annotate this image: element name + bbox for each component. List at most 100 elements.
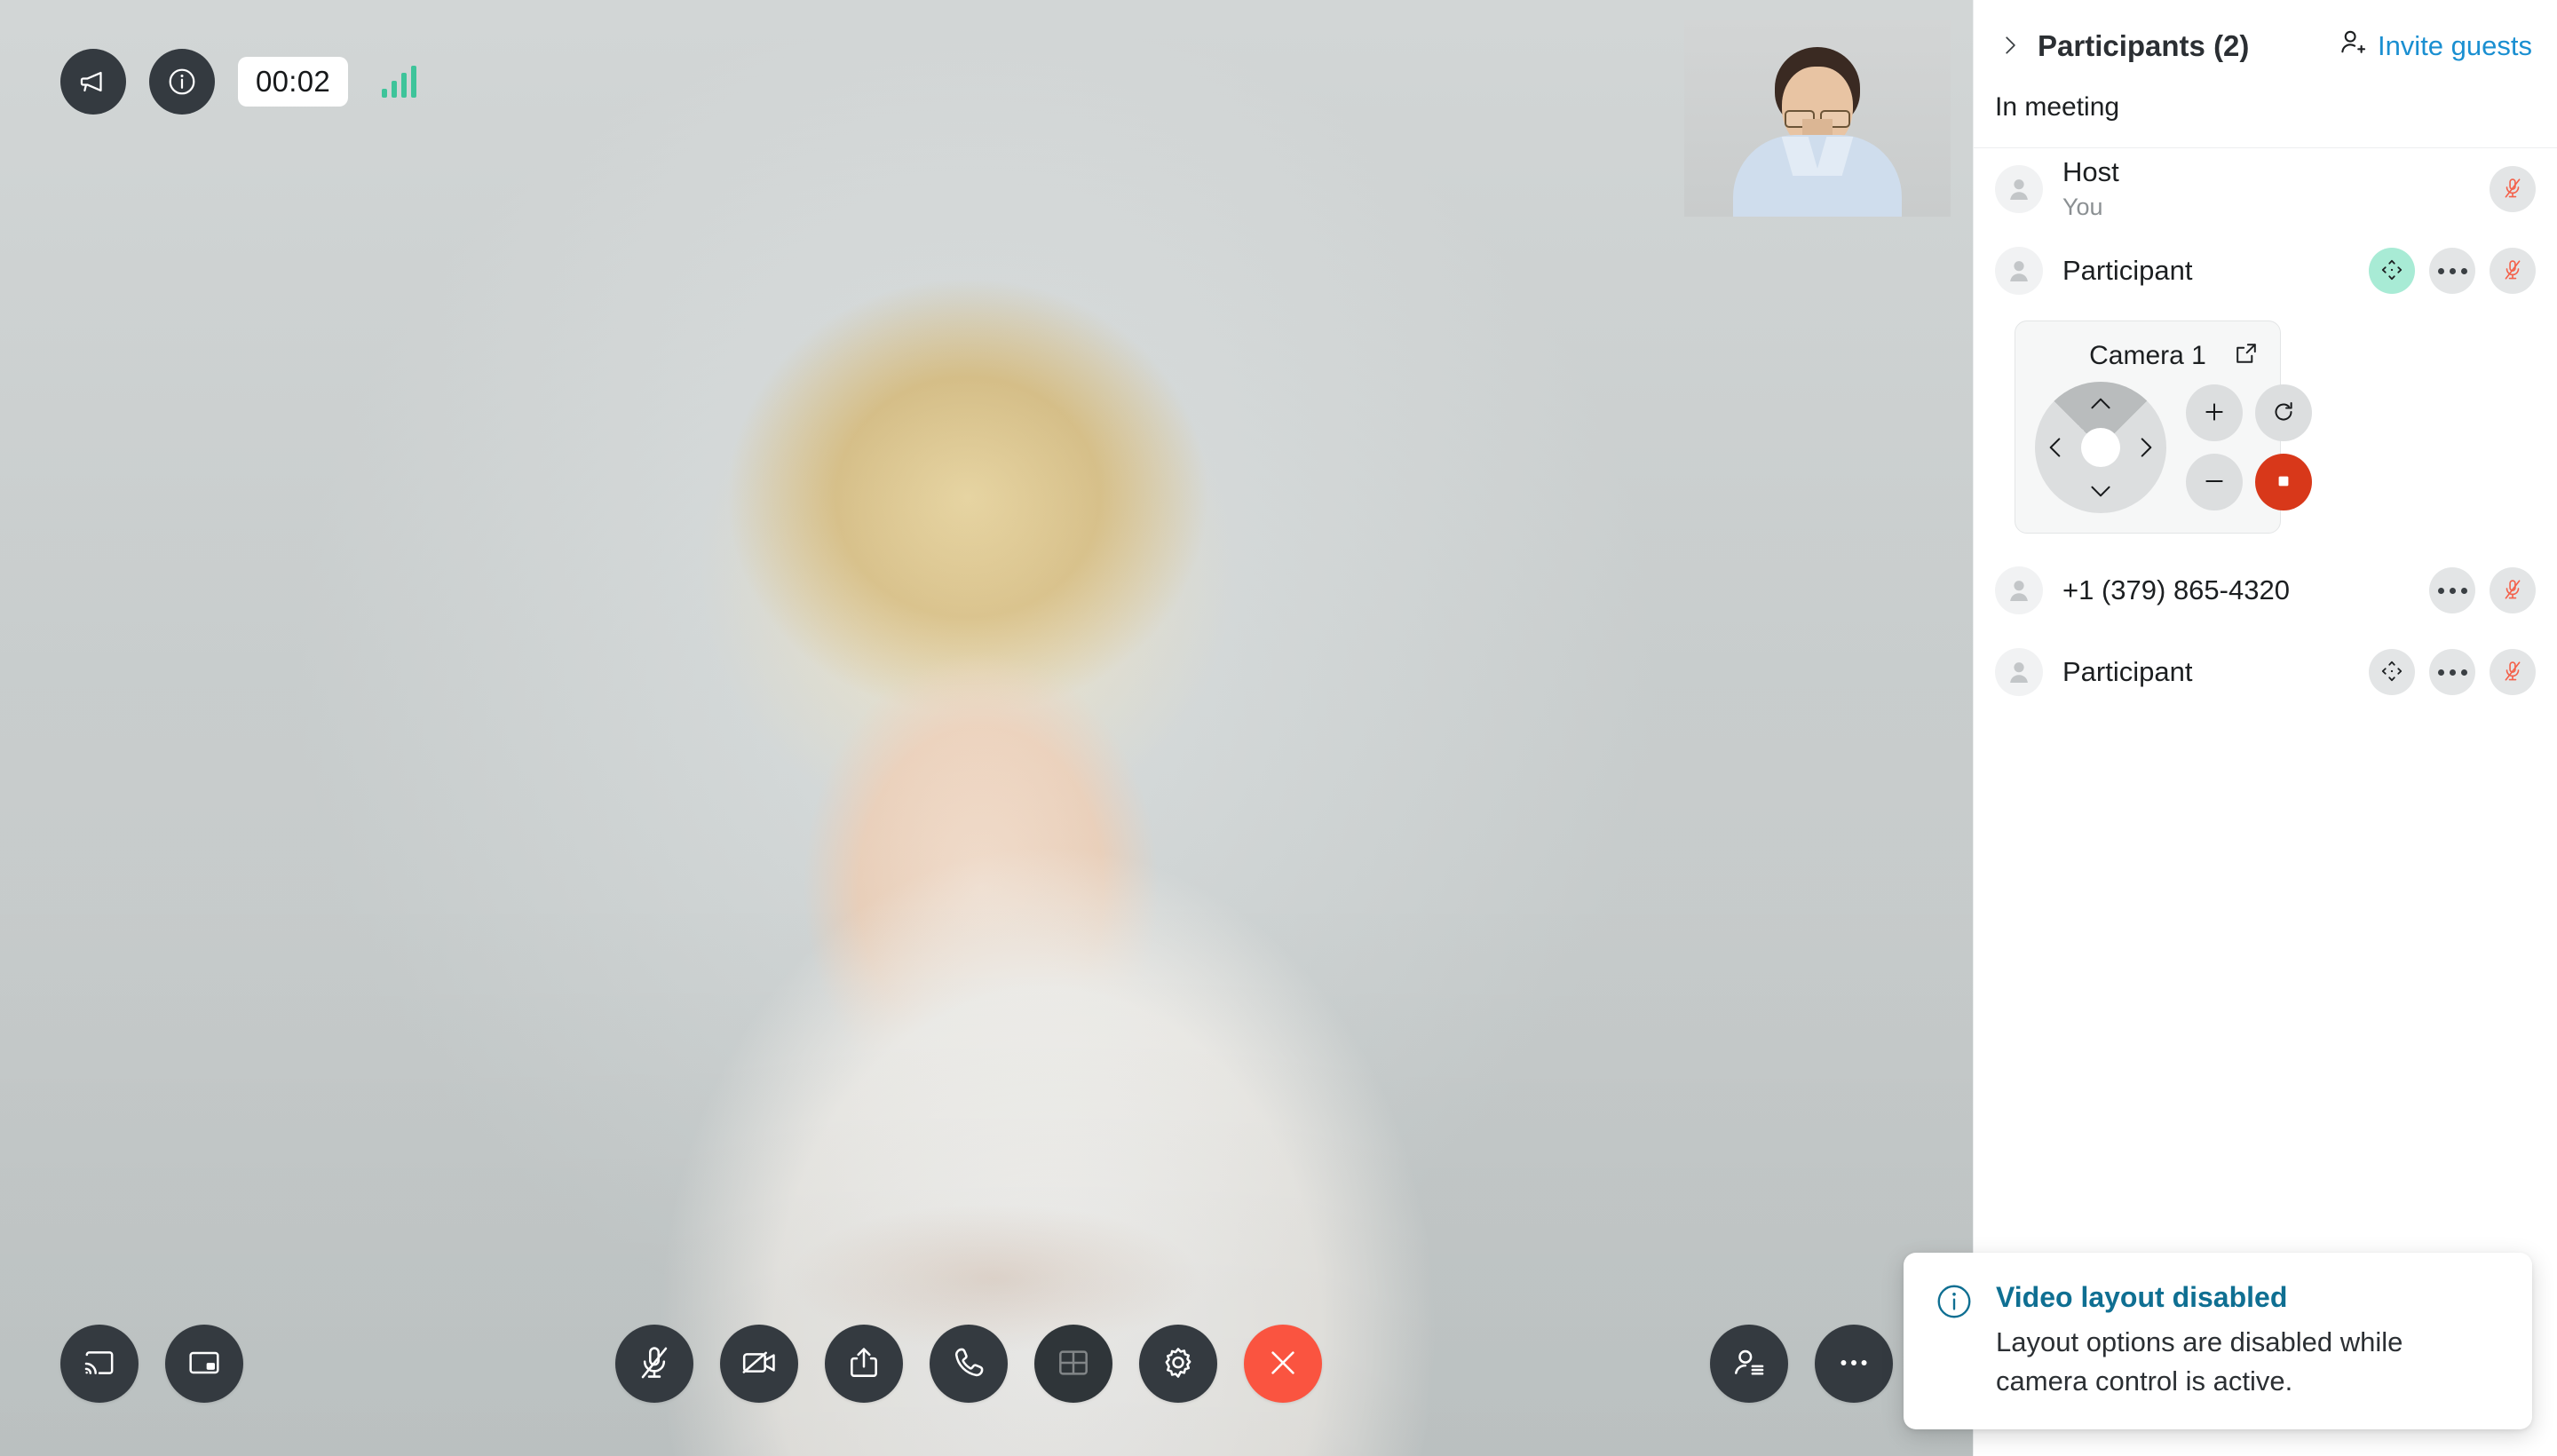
chevron-left-icon xyxy=(2047,436,2062,459)
more-options-button[interactable] xyxy=(1815,1325,1893,1403)
close-icon xyxy=(1264,1344,1302,1384)
camera-control-header: Camera 1 xyxy=(2035,336,2260,376)
share-button[interactable] xyxy=(825,1325,903,1403)
toolbar-right xyxy=(1710,1325,1893,1403)
participant-more-button[interactable] xyxy=(2429,649,2475,695)
participant-names: Participant xyxy=(2062,655,2192,689)
camera-button[interactable] xyxy=(720,1325,798,1403)
participant-name: Participant xyxy=(2062,656,2193,688)
participant-mic-muted-button[interactable] xyxy=(2490,166,2536,212)
participant-actions xyxy=(2429,567,2536,613)
camera-control-popout-button[interactable] xyxy=(2232,339,2260,370)
chevron-right-icon xyxy=(1999,30,2022,63)
invite-guests-button[interactable]: Invite guests xyxy=(2336,22,2534,70)
participant-mic-muted-button[interactable] xyxy=(2490,649,2536,695)
camera-pan-tilt-dpad[interactable] xyxy=(2035,382,2166,513)
participant-mic-muted-button[interactable] xyxy=(2490,567,2536,613)
camera-control-buttons xyxy=(2186,384,2312,510)
camera-stop-button[interactable] xyxy=(2255,454,2312,510)
person-icon xyxy=(2010,179,2028,200)
share-icon xyxy=(845,1344,883,1384)
info-icon xyxy=(165,65,199,99)
toast-body: Layout options are disabled while camera… xyxy=(1996,1325,2403,1397)
end-call-button[interactable] xyxy=(1244,1325,1322,1403)
more-icon xyxy=(2437,587,2467,594)
participant-subtitle: You xyxy=(2062,193,2103,220)
main-video-stage[interactable]: 00:02 xyxy=(0,0,1973,1456)
chevron-up-icon xyxy=(2089,396,2112,411)
dpad-center-hub xyxy=(2081,428,2120,467)
avatar xyxy=(1995,165,2043,213)
more-icon xyxy=(2437,669,2467,676)
avatar xyxy=(1995,247,2043,295)
stop-icon xyxy=(2273,471,2294,495)
toast-text: Video layout disabled Layout options are… xyxy=(1996,1279,2493,1401)
signal-strength-icon xyxy=(382,66,417,98)
more-icon xyxy=(2437,267,2467,274)
settings-button[interactable] xyxy=(1139,1325,1217,1403)
person-icon xyxy=(2010,581,2028,601)
more-icon xyxy=(1835,1344,1872,1384)
camera-zoom-in-button[interactable] xyxy=(2186,384,2243,441)
layout-button[interactable] xyxy=(1034,1325,1112,1403)
gear-icon xyxy=(1160,1344,1197,1384)
stage-top-controls: 00:02 xyxy=(60,49,417,115)
self-view-thumbnail[interactable] xyxy=(1684,20,1951,217)
megaphone-icon xyxy=(78,67,108,97)
add-person-icon xyxy=(2338,28,2368,65)
microphone-muted-icon xyxy=(2501,660,2524,685)
avatar xyxy=(1995,648,2043,696)
avatar xyxy=(1995,566,2043,614)
camera-off-icon xyxy=(740,1344,778,1384)
participant-row-phone[interactable]: +1 (379) 865-4320 xyxy=(1974,550,2557,631)
participant-more-button[interactable] xyxy=(2429,248,2475,294)
megaphone-button[interactable] xyxy=(60,49,126,115)
info-button[interactable] xyxy=(149,49,215,115)
camera-zoom-out-button[interactable] xyxy=(2186,454,2243,510)
camera-control-icon xyxy=(2379,659,2404,686)
participant-actions xyxy=(2369,248,2536,294)
cast-button[interactable] xyxy=(60,1325,139,1403)
camera-control-toggle-button[interactable] xyxy=(2369,248,2415,294)
participant-name: Participant xyxy=(2062,255,2193,287)
participants-button[interactable] xyxy=(1710,1325,1788,1403)
camera-control-panel: Camera 1 xyxy=(2015,320,2312,534)
self-view-shirt xyxy=(1733,135,1902,217)
participant-row-host[interactable]: Host You xyxy=(1974,148,2557,230)
participant-name: Host xyxy=(2062,156,2119,188)
toast-title: Video layout disabled xyxy=(1996,1280,2288,1313)
microphone-muted-icon xyxy=(2501,177,2524,202)
toolbar-center xyxy=(615,1325,1322,1403)
meeting-timer: 00:02 xyxy=(238,56,349,107)
active-speaker-video xyxy=(0,0,1973,1456)
notification-toast: Video layout disabled Layout options are… xyxy=(1904,1252,2532,1429)
chevron-down-icon xyxy=(2089,484,2112,499)
collapse-panel-button[interactable] xyxy=(1995,25,2031,68)
participants-icon xyxy=(1730,1344,1768,1384)
dialpad-button[interactable] xyxy=(930,1325,1008,1403)
participant-row-participant-1[interactable]: Participant xyxy=(1974,230,2557,312)
toolbar-left xyxy=(60,1325,243,1403)
camera-control-toggle-button[interactable] xyxy=(2369,649,2415,695)
picture-in-picture-icon xyxy=(186,1345,222,1383)
invite-guests-label: Invite guests xyxy=(2377,30,2532,61)
camera-control-title: Camera 1 xyxy=(2089,341,2206,370)
participant-actions xyxy=(2490,166,2536,212)
participant-mic-muted-button[interactable] xyxy=(2490,248,2536,294)
participant-names: Host You xyxy=(2062,155,2119,223)
phone-icon xyxy=(950,1344,987,1384)
meeting-window: 00:02 Participants (2) Invite guests In … xyxy=(0,0,2557,1456)
participant-names: Participant xyxy=(2062,254,2192,288)
participant-names: +1 (379) 865-4320 xyxy=(2062,574,2290,607)
participant-more-button[interactable] xyxy=(2429,567,2475,613)
person-icon xyxy=(2010,261,2028,281)
camera-reset-button[interactable] xyxy=(2255,384,2312,441)
minus-icon xyxy=(2202,469,2227,496)
participant-row-participant-2[interactable]: Participant xyxy=(1974,631,2557,713)
participant-name: +1 (379) 865-4320 xyxy=(2062,574,2290,606)
camera-control-icon xyxy=(2379,257,2404,285)
picture-in-picture-button[interactable] xyxy=(165,1325,243,1403)
microphone-button[interactable] xyxy=(615,1325,693,1403)
person-icon xyxy=(2010,662,2028,683)
participant-actions xyxy=(2369,649,2536,695)
